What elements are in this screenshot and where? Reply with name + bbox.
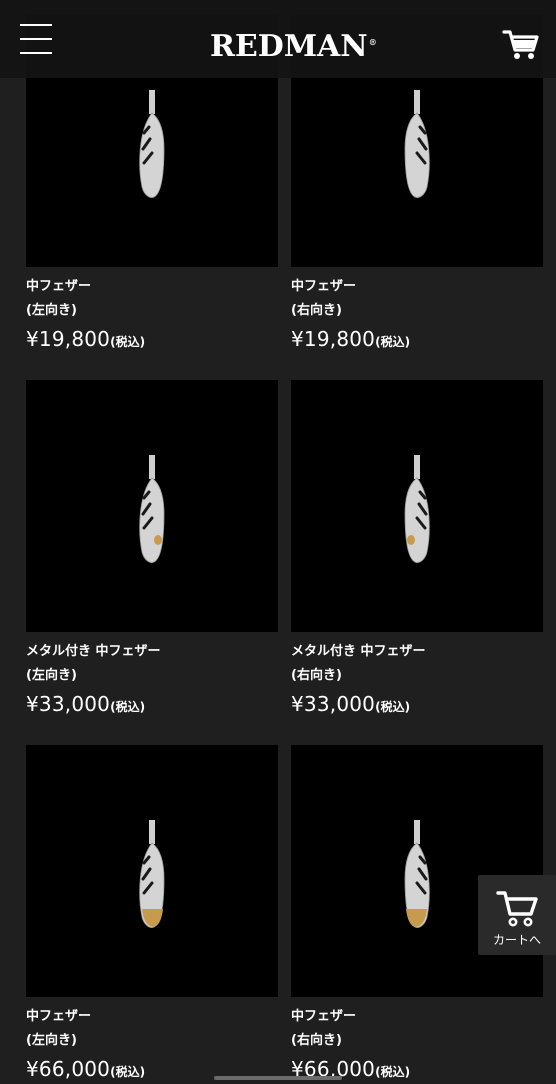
product-direction: (左向き)	[26, 668, 77, 683]
brand-logo[interactable]: REDMAN®	[210, 22, 377, 64]
product-price: ¥33,000(税込)	[26, 692, 146, 716]
product-direction: (左向き)	[26, 303, 77, 318]
product-image[interactable]	[291, 380, 543, 632]
product-name[interactable]: 中フェザー	[26, 279, 278, 295]
product-card[interactable]: メタル付き 中フェザー (右向き) ¥33,000(税込)	[291, 380, 543, 719]
product-name[interactable]: 中フェザー	[26, 1009, 278, 1025]
feather-image	[139, 820, 165, 928]
product-price: ¥19,800(税込)	[26, 327, 146, 351]
product-direction: (右向き)	[291, 303, 342, 318]
go-to-cart-label: カートへ	[492, 933, 541, 947]
feather-image	[404, 455, 430, 563]
product-image[interactable]	[26, 745, 278, 997]
product-name[interactable]: メタル付き 中フェザー	[26, 644, 278, 660]
product-price: ¥33,000(税込)	[291, 692, 411, 716]
product-name[interactable]: 中フェザー	[291, 1009, 543, 1025]
product-card[interactable]: メタル付き 中フェザー (左向き) ¥33,000(税込)	[26, 380, 278, 719]
product-image[interactable]	[291, 745, 543, 997]
cart-icon	[496, 891, 538, 927]
product-card[interactable]: 中フェザー (左向き) ¥66,000(税込)	[26, 745, 278, 1084]
go-to-cart-button[interactable]: カートへ	[478, 875, 556, 955]
feather-image	[404, 820, 430, 928]
cart-icon[interactable]	[500, 24, 540, 64]
product-direction: (左向き)	[26, 1033, 77, 1048]
home-indicator	[214, 1076, 342, 1080]
product-price: ¥19,800(税込)	[291, 327, 411, 351]
product-name[interactable]: メタル付き 中フェザー	[291, 644, 543, 660]
product-image[interactable]	[26, 380, 278, 632]
feather-image	[139, 455, 165, 563]
hamburger-menu-icon[interactable]	[20, 24, 52, 58]
product-direction: (右向き)	[291, 1033, 342, 1048]
product-name[interactable]: 中フェザー	[291, 279, 543, 295]
top-header: REDMAN®	[0, 0, 556, 78]
product-direction: (右向き)	[291, 668, 342, 683]
